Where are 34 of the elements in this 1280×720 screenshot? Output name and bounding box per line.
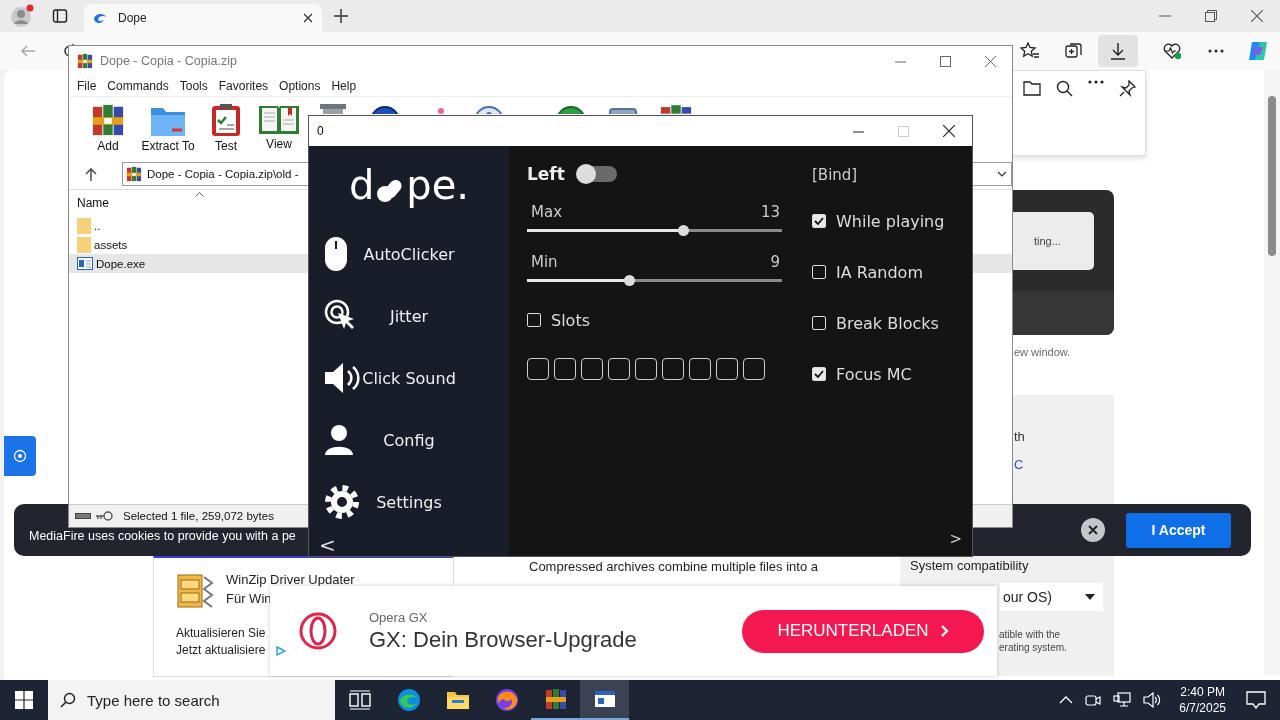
ad-headline: GX: Dein Browser-Upgrade <box>369 626 637 653</box>
tab-title: Dope <box>118 11 148 25</box>
nav-label: AutoClicker <box>363 244 455 264</box>
checkbox-label: IA Random <box>836 262 923 282</box>
ad-text: Aktualisieren Sie <box>176 626 266 640</box>
compatibility-label: System compatibility <box>910 558 1029 573</box>
note-text: ew window. <box>1014 346 1071 358</box>
description-text: Compressed archives combine multiple files into a <box>529 559 818 574</box>
info-text: th <box>1014 429 1025 444</box>
slider-value: 13 <box>760 203 780 221</box>
checkbox-label: Break Blocks <box>836 313 939 333</box>
window-title: Dope - Copia - Copia.zip <box>100 54 237 68</box>
window-title: 0 <box>317 124 324 138</box>
nav-label: Jitter <box>389 306 429 326</box>
slider-label: Max <box>531 203 562 221</box>
status-text: ting... <box>1034 235 1061 247</box>
ad-text: Jetzt aktualisiere <box>176 643 266 657</box>
slider-label: Min <box>531 253 558 271</box>
nav-label: Click Sound <box>362 368 456 388</box>
checkbox-label: Focus MC <box>836 364 912 384</box>
nav-label: Settings <box>376 492 442 512</box>
status-text: Selected 1 file, 259,072 bytes <box>123 510 274 522</box>
cookie-text: MediaFire uses cookies to provide you with a pe <box>29 529 296 543</box>
logo-text: d <box>348 162 375 207</box>
nav-label: Config <box>383 430 435 450</box>
path-text: Dope - Copia - Copia.zip\old - <box>147 167 299 180</box>
checkbox-label: Slots <box>551 310 590 330</box>
logo-text: pe. <box>406 162 470 207</box>
ad-brand: Opera GX <box>369 609 429 625</box>
checkbox-label: While playing <box>836 211 945 231</box>
slider-value: 9 <box>770 253 780 271</box>
compatibility-note: atible with the <box>999 629 1061 640</box>
toggle-label: Left <box>527 164 565 184</box>
compatibility-note: erating system. <box>999 642 1067 653</box>
